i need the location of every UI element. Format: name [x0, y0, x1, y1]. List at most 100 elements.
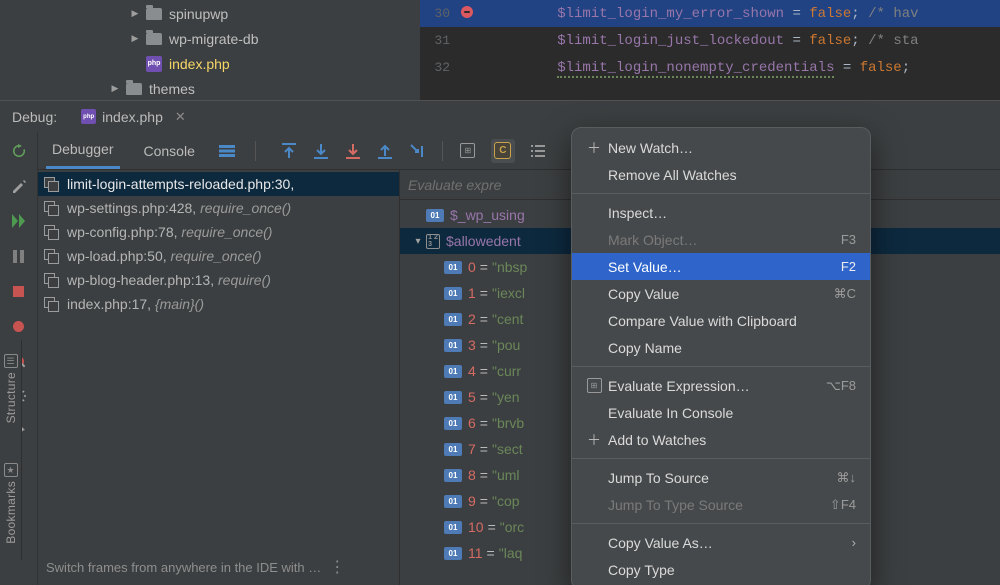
variable-name: $_wp_using [450, 207, 525, 223]
folder-icon [126, 83, 142, 95]
frame-label: limit-login-attempts-reloaded.php:30, [67, 176, 294, 192]
run-to-cursor-button[interactable] [408, 142, 426, 160]
ctx-copy-value-as[interactable]: Copy Value As… › [572, 529, 870, 556]
type-chip-icon: 01 [426, 209, 444, 222]
tree-label: index.php [169, 56, 230, 72]
step-into-button[interactable] [344, 142, 362, 160]
separator [572, 458, 870, 459]
breakpoint-icon[interactable] [461, 6, 473, 18]
frames-list[interactable]: limit-login-attempts-reloaded.php:30, wp… [38, 170, 399, 585]
php-file-icon: php [81, 109, 96, 124]
resume-button[interactable] [6, 208, 32, 234]
type-chip-icon: 01 [444, 391, 462, 404]
type-chip-icon: 01 [444, 261, 462, 274]
ctx-evaluate-console[interactable]: Evaluate In Console [572, 399, 870, 426]
editor-line[interactable]: 32 $limit_login_nonempty_credentials = f… [420, 54, 1000, 81]
layout-settings-button[interactable] [529, 142, 547, 160]
debug-tab-label: index.php [102, 109, 163, 125]
separator [572, 366, 870, 367]
ctx-mark-object: Mark Object… F3 [572, 226, 870, 253]
folder-icon [146, 8, 162, 20]
frame-row[interactable]: wp-blog-header.php:13, require() [38, 268, 399, 292]
variable-value: "pou [492, 337, 520, 353]
stackframe-icon [44, 201, 59, 216]
variable-index: 2 [468, 311, 476, 327]
frame-row[interactable]: wp-config.php:78, require_once() [38, 220, 399, 244]
line-number: 30 [420, 6, 456, 21]
tree-file-index-php[interactable]: php index.php [0, 51, 420, 76]
frame-row[interactable]: wp-load.php:50, require_once() [38, 244, 399, 268]
evaluate-expression-button[interactable]: ⊞ [459, 142, 477, 160]
stackframe-icon [44, 249, 59, 264]
variable-index: 4 [468, 363, 476, 379]
variable-index: 5 [468, 389, 476, 405]
chevron-down-icon[interactable]: ▾ [410, 236, 426, 247]
close-icon[interactable]: ✕ [175, 109, 186, 125]
ctx-copy-name[interactable]: Copy Name [572, 334, 870, 361]
more-icon[interactable]: ⋮ [329, 557, 345, 577]
ctx-inspect[interactable]: Inspect… [572, 199, 870, 226]
variable-context-menu: ＋ New Watch… Remove All Watches Inspect…… [571, 127, 871, 585]
variable-index: 0 [468, 259, 476, 275]
variable-value: "curr [492, 363, 521, 379]
debug-session-tab[interactable]: php index.php ✕ [81, 109, 186, 125]
ctx-remove-all-watches[interactable]: Remove All Watches [572, 161, 870, 188]
chevron-right-icon[interactable]: ▶ [128, 32, 142, 46]
frames-hint: Switch frames from anywhere in the IDE w… [46, 557, 391, 577]
type-chip-icon: 01 [444, 521, 462, 534]
pause-button[interactable] [6, 243, 32, 269]
bookmarks-toolwindow-tab[interactable]: ★ Bookmarks [4, 463, 18, 544]
ctx-copy-value[interactable]: Copy Value ⌘C [572, 280, 870, 307]
frame-row[interactable]: wp-settings.php:428, require_once() [38, 196, 399, 220]
calculator-icon: ⊞ [584, 378, 604, 393]
structure-toolwindow-tab[interactable]: ☰ Structure [4, 354, 18, 423]
variable-index: 7 [468, 441, 476, 457]
stackframe-icon [44, 177, 59, 192]
variable-name: $allowedent [446, 233, 521, 249]
ctx-new-watch[interactable]: ＋ New Watch… [572, 134, 870, 161]
view-breakpoints-button[interactable] [6, 313, 32, 339]
stackframe-icon [44, 273, 59, 288]
ctx-add-to-watches[interactable]: ＋ Add to Watches [572, 426, 870, 453]
frame-row[interactable]: index.php:17, {main}() [38, 292, 399, 316]
tree-folder-spinupwp[interactable]: ▶ spinupwp [0, 1, 420, 26]
tab-console[interactable]: Console [138, 132, 201, 169]
ctx-compare-clipboard[interactable]: Compare Value with Clipboard [572, 307, 870, 334]
frame-label: wp-blog-header.php:13, require() [67, 272, 271, 288]
threads-icon[interactable] [219, 145, 235, 157]
variable-value: "cent [492, 311, 523, 327]
ctx-copy-type[interactable]: Copy Type [572, 556, 870, 583]
tree-folder-wp-migrate-db[interactable]: ▶ wp-migrate-db [0, 26, 420, 51]
variable-value: "laq [499, 545, 523, 561]
chevron-right-icon[interactable]: ▶ [128, 7, 142, 21]
ctx-jump-to-source[interactable]: Jump To Source ⌘↓ [572, 464, 870, 491]
stop-button[interactable] [6, 278, 32, 304]
frame-label: wp-load.php:50, require_once() [67, 248, 262, 264]
tab-debugger[interactable]: Debugger [46, 132, 120, 169]
variable-index: 9 [468, 493, 476, 509]
variable-value: "cop [492, 493, 520, 509]
step-over-button[interactable] [312, 142, 330, 160]
type-chip-icon: 01 [444, 313, 462, 326]
ctx-jump-to-type-source: Jump To Type Source ⇧F4 [572, 491, 870, 518]
show-execution-point-button[interactable] [280, 142, 298, 160]
tree-label: spinupwp [169, 6, 228, 22]
frames-panel: limit-login-attempts-reloaded.php:30, wp… [38, 170, 400, 585]
project-tree[interactable]: ▶ spinupwp ▶ wp-migrate-db php index.php… [0, 0, 420, 100]
tree-folder-themes[interactable]: ▶ themes [0, 76, 420, 101]
structure-icon: ☰ [4, 354, 18, 368]
code-editor[interactable]: 30 $limit_login_my_error_shown = false; … [420, 0, 1000, 100]
rerun-button[interactable] [6, 138, 32, 164]
ctx-set-value[interactable]: Set Value… F2 [572, 253, 870, 280]
variable-value: "iexcl [492, 285, 525, 301]
step-toolbar: ⊞ C [280, 139, 547, 163]
stackframe-icon [44, 225, 59, 240]
frame-row[interactable]: limit-login-attempts-reloaded.php:30, [38, 172, 399, 196]
ctx-evaluate-expression[interactable]: ⊞ Evaluate Expression… ⌥F8 [572, 372, 870, 399]
modify-run-config-button[interactable] [6, 173, 32, 199]
chevron-right-icon[interactable]: ▶ [108, 82, 122, 96]
trace-button[interactable]: C [491, 139, 515, 163]
separator [572, 523, 870, 524]
step-out-button[interactable] [376, 142, 394, 160]
tree-label: themes [149, 81, 195, 97]
